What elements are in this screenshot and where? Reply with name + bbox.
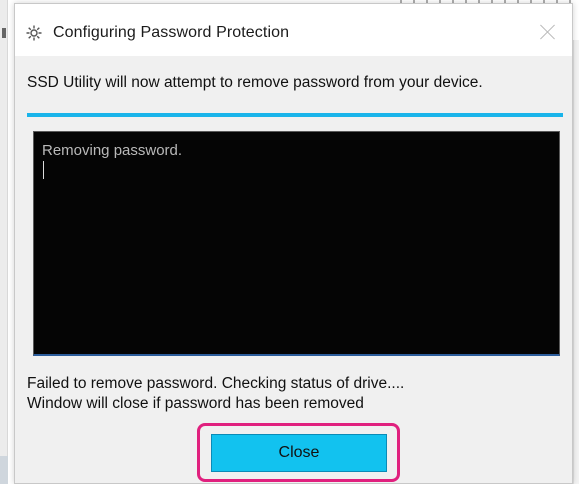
progress-fill — [27, 113, 563, 117]
text-cursor — [43, 161, 44, 179]
dialog-title: Configuring Password Protection — [53, 24, 290, 41]
password-protection-dialog: Configuring Password Protection SSD Util… — [14, 3, 573, 484]
progress-bar — [27, 113, 563, 117]
status-line-1: Failed to remove password. Checking stat… — [27, 375, 405, 392]
status-line-2: Window will close if password has been r… — [27, 395, 364, 412]
gear-icon — [26, 25, 42, 41]
background-scrollbar — [573, 40, 579, 484]
taskbar-fragment — [0, 456, 8, 484]
title-bar[interactable]: Configuring Password Protection — [15, 4, 572, 56]
close-button-highlight: Close — [197, 423, 400, 482]
close-icon[interactable] — [538, 22, 558, 42]
console-line: Removing password. — [42, 142, 183, 159]
background-glyph — [2, 28, 6, 38]
background-window-edge — [0, 0, 8, 484]
close-button[interactable]: Close — [211, 434, 387, 472]
console-output: Removing password. — [33, 131, 560, 356]
dialog-message: SSD Utility will now attempt to remove p… — [27, 74, 483, 91]
status-text: Failed to remove password. Checking stat… — [27, 374, 404, 414]
